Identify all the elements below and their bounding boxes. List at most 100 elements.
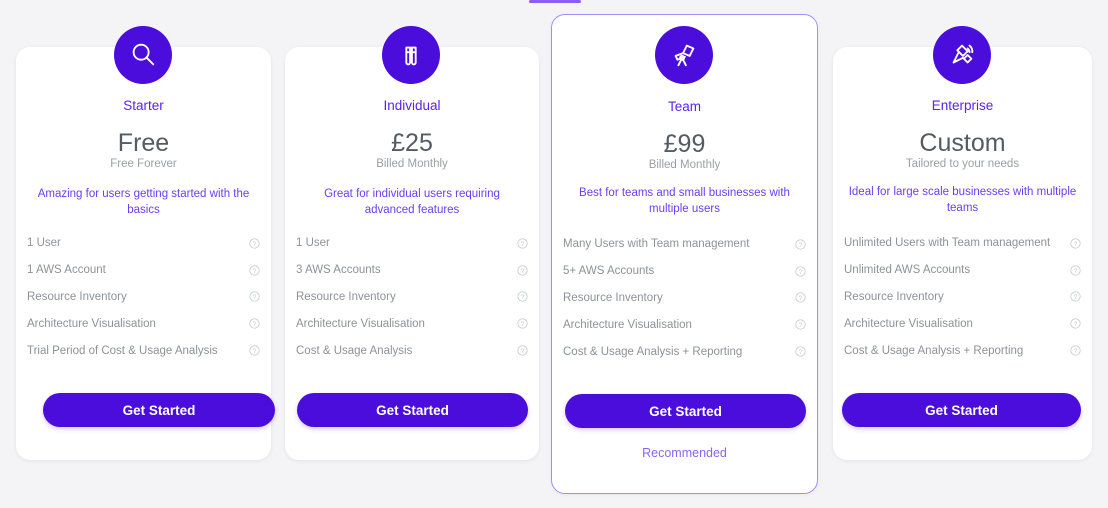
feature-row: Resource Inventory?: [16, 284, 271, 311]
feature-row: Many Users with Team management?: [552, 231, 817, 258]
feature-row: Architecture Visualisation?: [16, 310, 271, 337]
satellite-icon: [947, 40, 977, 70]
feature-label: 1 AWS Account: [27, 264, 106, 277]
feature-row: Architecture Visualisation?: [552, 311, 817, 338]
telescope-icon-badge: [655, 26, 713, 84]
svg-text:?: ?: [253, 268, 257, 275]
svg-text:?: ?: [253, 241, 257, 248]
plan-name-enterprise: Enterprise: [931, 98, 994, 113]
help-circle-icon[interactable]: ?: [517, 318, 528, 329]
help-circle-icon[interactable]: ?: [1070, 265, 1081, 276]
plan-tagline-starter: Amazing for users getting started with t…: [37, 188, 250, 216]
svg-text:?: ?: [521, 268, 525, 275]
svg-text:?: ?: [253, 321, 257, 328]
pricing-card-enterprise: Enterprise Custom Tailored to your needs Id…: [833, 47, 1092, 460]
plan-tagline-individual: Great for individual users requiring adv…: [324, 188, 500, 216]
plan-name-individual: Individual: [383, 98, 441, 113]
feature-row: Resource Inventory?: [552, 285, 817, 312]
help-circle-icon[interactable]: ?: [795, 319, 806, 330]
svg-text:?: ?: [1074, 268, 1078, 275]
help-circle-icon[interactable]: ?: [249, 265, 260, 276]
help-circle-icon[interactable]: ?: [795, 346, 806, 357]
svg-text:?: ?: [1074, 321, 1078, 328]
help-circle-icon[interactable]: ?: [795, 239, 806, 250]
svg-text:?: ?: [799, 322, 803, 329]
get-started-button-individual[interactable]: Get Started: [297, 393, 528, 427]
get-started-button-enterprise[interactable]: Get Started: [842, 393, 1081, 427]
pricing-card-grid: Starter Free Free Forever Amazing for users…: [0, 0, 1108, 508]
svg-text:?: ?: [1074, 348, 1078, 355]
help-circle-icon[interactable]: ?: [517, 291, 528, 303]
help-circle-icon[interactable]: ?: [517, 265, 528, 276]
feature-row: 1 User?: [285, 230, 539, 257]
plan-price-team: £99: [663, 130, 706, 158]
feature-label: Unlimited AWS Accounts: [844, 264, 971, 277]
feature-row: Cost & Usage Analysis + Reporting?: [833, 337, 1092, 364]
svg-text:?: ?: [1074, 241, 1078, 248]
svg-text:?: ?: [799, 269, 803, 276]
magnifier-icon-badge: [114, 26, 172, 84]
help-circle-icon[interactable]: ?: [249, 318, 260, 329]
plan-price-enterprise: Custom: [919, 129, 1006, 157]
feature-label: Unlimited Users with Team management: [844, 237, 1051, 250]
svg-text:?: ?: [521, 321, 525, 328]
feature-label: Architecture Visualisation: [844, 317, 973, 330]
binoculars-icon: [396, 40, 426, 70]
help-circle-icon[interactable]: ?: [249, 238, 260, 249]
help-circle-icon[interactable]: ?: [517, 238, 528, 249]
svg-text:?: ?: [799, 349, 803, 356]
telescope-icon: [669, 40, 699, 70]
feature-list-enterprise: Unlimited Users with Team management? Unl…: [833, 230, 1092, 364]
feature-label: Cost & Usage Analysis + Reporting: [844, 344, 1024, 357]
help-circle-icon[interactable]: ?: [795, 266, 806, 277]
pricing-card-starter: Starter Free Free Forever Amazing for users…: [16, 47, 275, 460]
feature-row: 1 User?: [16, 230, 271, 257]
recommended-label-team: Recommended: [642, 446, 727, 460]
plan-billing-period-enterprise: Tailored to your needs: [905, 158, 1020, 170]
svg-text:?: ?: [521, 348, 525, 355]
feature-label: Cost & Usage Analysis + Reporting: [563, 345, 743, 358]
feature-list-team: Many Users with Team management? 5+ AWS A…: [552, 231, 817, 365]
feature-row: Architecture Visualisation?: [833, 310, 1092, 337]
help-circle-icon[interactable]: ?: [1070, 345, 1081, 356]
get-started-button-starter[interactable]: Get Started: [43, 393, 275, 427]
feature-row: Resource Inventory?: [285, 284, 539, 311]
plan-tagline-team: Best for teams and small businesses with…: [579, 187, 790, 215]
help-circle-icon[interactable]: ?: [1070, 238, 1081, 249]
feature-label: Cost & Usage Analysis: [296, 344, 413, 357]
feature-label: Many Users with Team management: [563, 238, 750, 251]
feature-row: Cost & Usage Analysis?: [285, 337, 539, 364]
help-circle-icon[interactable]: ?: [795, 292, 806, 304]
feature-label: Trial Period of Cost & Usage Analysis: [27, 344, 218, 357]
pricing-card-team: Team £99 Billed Monthly Best for teams and …: [551, 14, 818, 494]
svg-text:?: ?: [253, 295, 257, 302]
feature-row: 1 AWS Account?: [16, 257, 271, 284]
help-circle-icon[interactable]: ?: [1070, 291, 1081, 303]
plan-name-team: Team: [667, 99, 701, 114]
help-circle-icon[interactable]: ?: [249, 291, 260, 303]
help-circle-icon[interactable]: ?: [249, 345, 260, 356]
help-circle-icon[interactable]: ?: [1070, 318, 1081, 329]
svg-text:?: ?: [521, 295, 525, 302]
svg-text:?: ?: [799, 296, 803, 303]
feature-list-individual: 1 User? 3 AWS Accounts? Resource Inventory…: [285, 230, 539, 364]
feature-label: 1 User: [27, 237, 61, 250]
feature-row: Unlimited Users with Team management?: [833, 230, 1092, 257]
feature-label: Architecture Visualisation: [296, 317, 425, 330]
feature-row: Resource Inventory?: [833, 284, 1092, 311]
feature-label: Architecture Visualisation: [563, 318, 692, 331]
feature-row: 3 AWS Accounts?: [285, 257, 539, 284]
magnifier-icon: [128, 40, 158, 70]
svg-text:?: ?: [253, 348, 257, 355]
feature-label: Resource Inventory: [296, 290, 396, 303]
plan-billing-period-team: Billed Monthly: [648, 159, 721, 171]
feature-row: Architecture Visualisation?: [285, 310, 539, 337]
svg-text:?: ?: [521, 241, 525, 248]
plan-price-starter: Free: [117, 129, 170, 157]
plan-billing-period-individual: Billed Monthly: [376, 158, 448, 170]
feature-label: Resource Inventory: [27, 290, 127, 303]
plan-name-starter: Starter: [123, 98, 164, 113]
help-circle-icon[interactable]: ?: [517, 345, 528, 356]
get-started-button-team[interactable]: Get Started: [565, 394, 806, 428]
plan-billing-period-starter: Free Forever: [110, 158, 177, 170]
